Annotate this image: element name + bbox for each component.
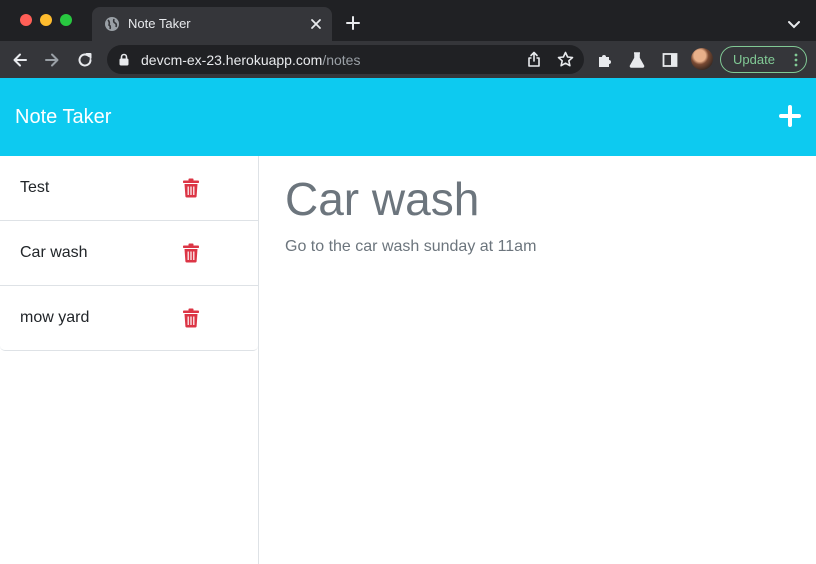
window-minimize-button[interactable]	[40, 14, 52, 26]
forward-arrow-icon[interactable]	[43, 51, 61, 69]
app-navbar: Note Taker	[0, 78, 816, 156]
note-list-title[interactable]: mow yard	[20, 309, 89, 327]
app-title[interactable]: Note Taker	[15, 106, 111, 128]
new-tab-plus-icon[interactable]	[345, 15, 361, 31]
profile-avatar[interactable]	[691, 48, 713, 70]
update-label: Update	[733, 52, 775, 67]
note-list: Test Car wash mow yard	[0, 156, 258, 351]
globe-icon	[105, 17, 119, 31]
browser-toolbar: devcm-ex-23.herokuapp.com/notes Update	[0, 41, 816, 78]
chevron-down-icon[interactable]	[786, 16, 802, 32]
browser-tab-bar: Note Taker	[0, 0, 816, 41]
side-panel-icon[interactable]	[661, 51, 679, 69]
note-list-title[interactable]: Test	[20, 179, 49, 197]
note-editor: Car wash Go to the car wash sunday at 11…	[260, 156, 816, 564]
plus-icon[interactable]	[779, 105, 801, 127]
note-title-input[interactable]: Car wash	[285, 173, 479, 225]
url-text[interactable]: devcm-ex-23.herokuapp.com/notes	[141, 52, 360, 68]
close-icon[interactable]	[308, 16, 324, 32]
reload-icon[interactable]	[76, 51, 94, 69]
list-item[interactable]: Test	[0, 156, 258, 221]
back-arrow-icon[interactable]	[11, 51, 29, 69]
url-host: devcm-ex-23.herokuapp.com	[141, 52, 323, 68]
window-maximize-button[interactable]	[60, 14, 72, 26]
list-item[interactable]: mow yard	[0, 286, 258, 351]
url-path: /notes	[322, 52, 361, 68]
list-item[interactable]: Car wash	[0, 221, 258, 286]
lock-icon[interactable]	[118, 53, 130, 66]
tab-title: Note Taker	[128, 16, 191, 31]
trash-icon[interactable]	[182, 243, 200, 263]
address-bar[interactable]: devcm-ex-23.herokuapp.com/notes	[107, 45, 584, 74]
more-vert-icon	[794, 53, 798, 67]
bookmark-star-icon[interactable]	[557, 51, 574, 68]
window-close-button[interactable]	[20, 14, 32, 26]
note-list-title[interactable]: Car wash	[20, 244, 88, 262]
share-icon[interactable]	[526, 51, 542, 68]
browser-tab-active[interactable]: Note Taker	[92, 7, 332, 41]
trash-icon[interactable]	[182, 308, 200, 328]
extensions-puzzle-icon[interactable]	[596, 51, 614, 69]
note-text-area[interactable]: Go to the car wash sunday at 11am	[285, 237, 536, 257]
notes-sidebar: Test Car wash mow yard	[0, 156, 259, 564]
update-button[interactable]: Update	[720, 46, 807, 73]
trash-icon[interactable]	[182, 178, 200, 198]
labs-flask-icon[interactable]	[628, 51, 646, 69]
